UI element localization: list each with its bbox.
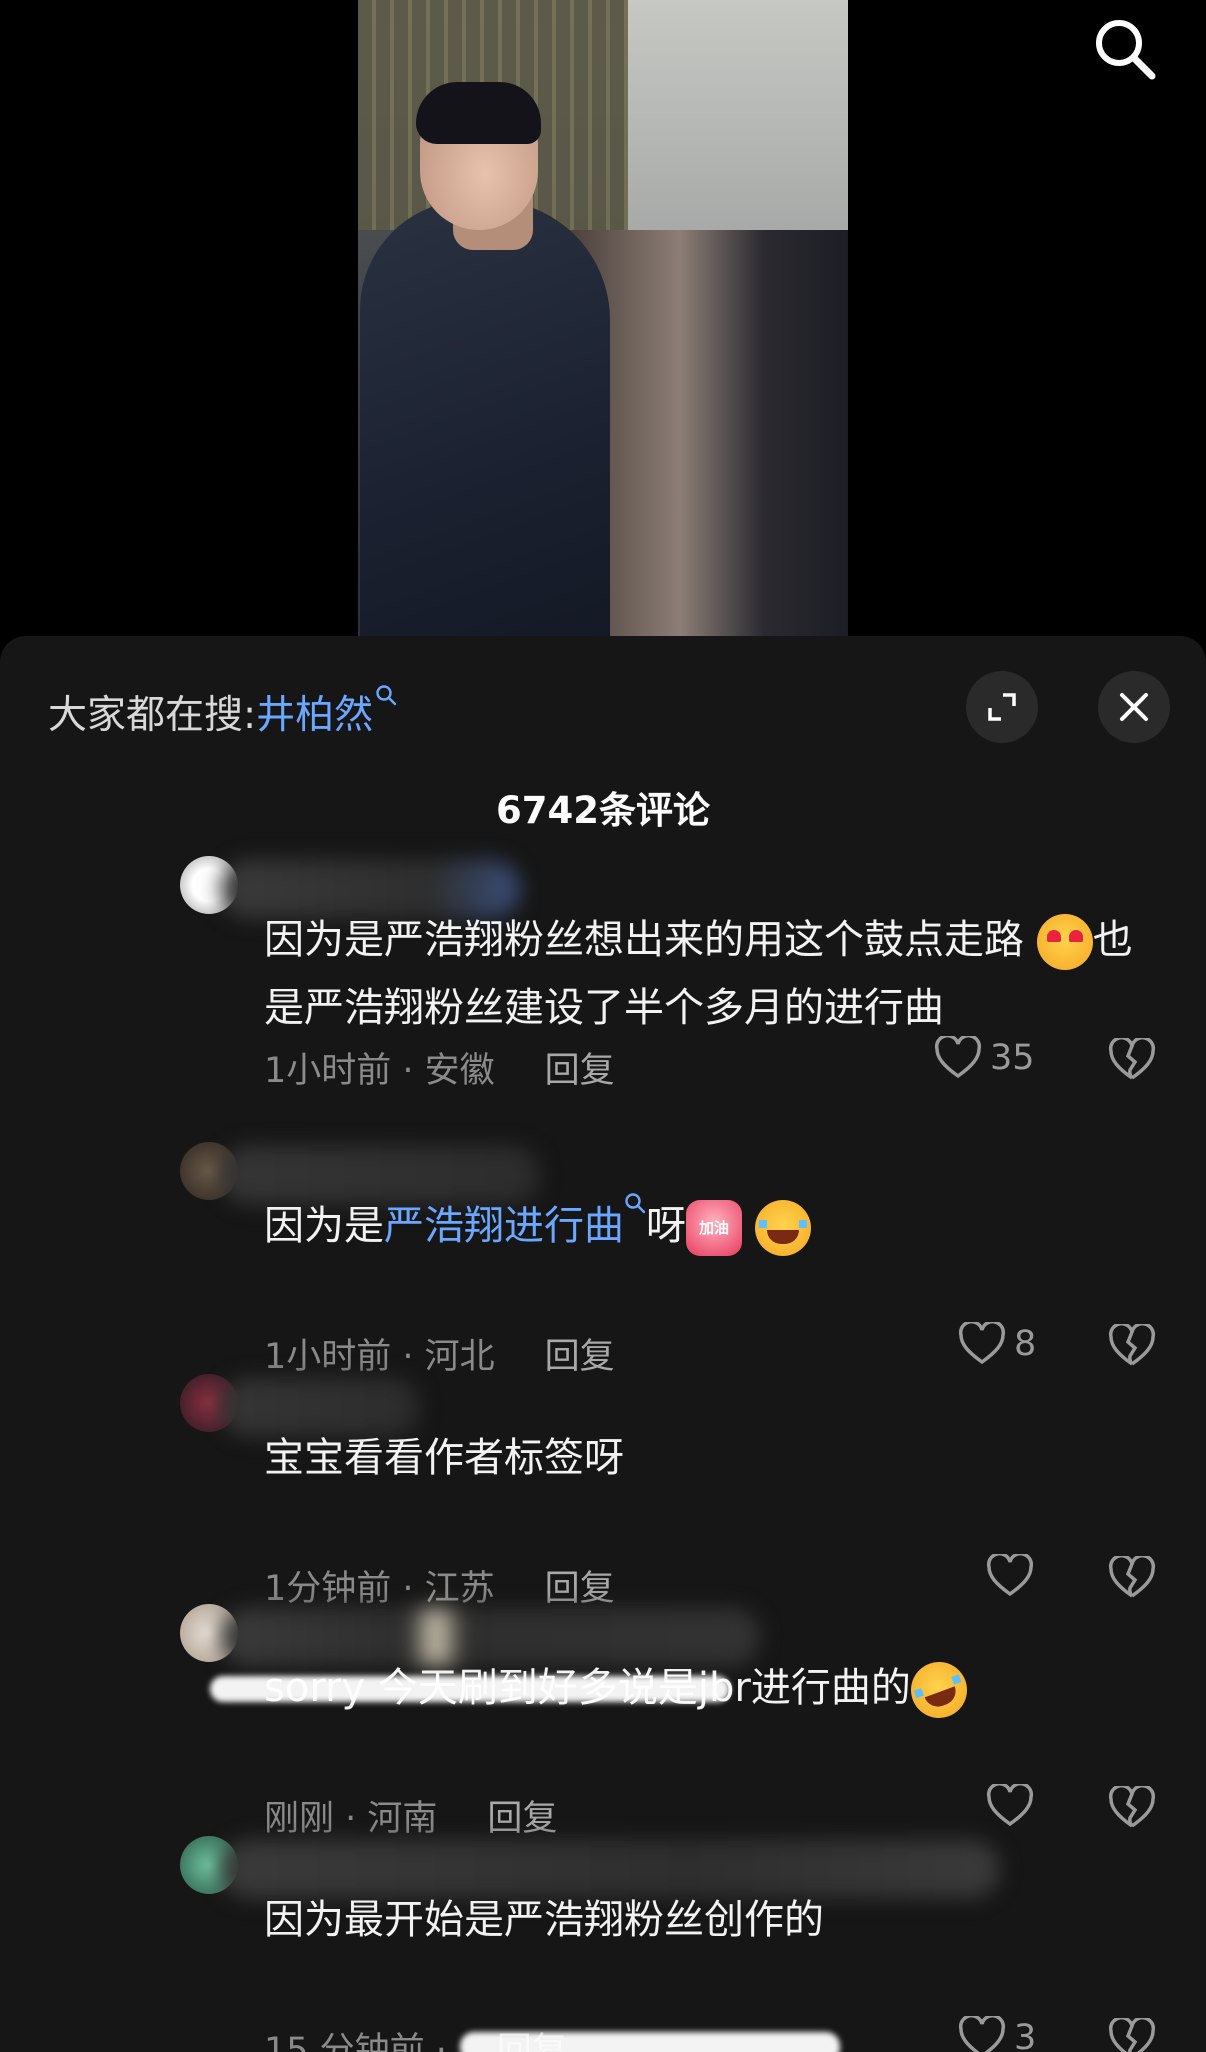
hot-search-prefix: 大家都在搜: (48, 693, 257, 738)
comment-meta: 1小时前 · 河北 回复 (264, 1328, 615, 1379)
comments-sheet: 大家都在搜:井柏然 6742条评论 因为是严浩翔粉丝想出来的用这个鼓点走路 也是… (0, 636, 1206, 2052)
like-count: 3 (1014, 2018, 1037, 2052)
comment-time-location: 1分钟前 · 江苏 (264, 1569, 495, 1609)
video-frame[interactable] (358, 0, 848, 636)
topic-link-text: 严浩翔进行曲 (384, 1203, 624, 1249)
expand-icon (988, 693, 1016, 721)
scribble-overlay (210, 1676, 730, 1702)
rolling-laugh-emoji-icon (902, 1654, 975, 1726)
reply-button[interactable]: 回复 (545, 1569, 615, 1609)
dislike-button[interactable] (1108, 1784, 1156, 1834)
heart-icon (958, 2016, 1006, 2052)
tears-of-joy-emoji-icon (754, 1200, 811, 1256)
video-person-hair (416, 82, 541, 144)
broken-heart-icon (1108, 2016, 1156, 2052)
small-search-icon (376, 685, 397, 706)
broken-heart-icon (1108, 1322, 1156, 1366)
heart-icon (958, 1322, 1006, 1365)
scribble-overlay (460, 2032, 840, 2052)
reply-button[interactable]: 回复 (487, 1799, 557, 1839)
like-button[interactable] (986, 1784, 1042, 1828)
like-count: 8 (1014, 1324, 1037, 1364)
broken-heart-icon (1108, 1554, 1156, 1598)
like-button[interactable]: 8 (958, 1322, 1036, 1366)
like-button[interactable] (986, 1554, 1042, 1598)
search-icon (1096, 20, 1156, 80)
video-background-crowd (568, 230, 848, 636)
heart-icon (986, 1554, 1034, 1597)
comment-text: 宝宝看看作者标签呀 (264, 1435, 624, 1481)
video-person-coat (360, 200, 610, 636)
comment-meta: 刚刚 · 河南 回复 (264, 1790, 557, 1841)
like-button[interactable]: 35 (934, 1036, 1035, 1080)
dislike-button[interactable] (1108, 1036, 1156, 1086)
comment-text-part: 呀 (646, 1203, 686, 1249)
hot-search-keyword: 井柏然 (256, 693, 374, 738)
comment-meta: 1小时前 · 安徽 回复 (264, 1042, 615, 1093)
comment-time-location: 1小时前 · 河北 (264, 1337, 495, 1377)
like-count: 35 (990, 1038, 1035, 1078)
comment-time-location: 1小时前 · 安徽 (264, 1051, 495, 1091)
close-icon (1120, 693, 1148, 721)
video-player[interactable] (0, 0, 1206, 640)
hot-search-keyword-link[interactable]: 井柏然 (256, 685, 397, 738)
heart-icon (934, 1036, 982, 1079)
reply-button[interactable]: 回复 (545, 1337, 615, 1377)
expand-button[interactable] (966, 671, 1038, 743)
heart-eyes-emoji-icon (1036, 914, 1093, 970)
comment-meta: 1分钟前 · 江苏 回复 (264, 1560, 615, 1611)
comment-text-part: 因为是严浩翔粉丝想出来的用这个鼓点走路 (264, 917, 1024, 963)
close-button[interactable] (1098, 671, 1170, 743)
broken-heart-icon (1108, 1036, 1156, 1080)
dislike-button[interactable] (1108, 1554, 1156, 1604)
dislike-button[interactable] (1108, 2016, 1156, 2052)
comment-time-location: 15 分钟前 · (264, 2031, 447, 2052)
broken-heart-icon (1108, 1784, 1156, 1828)
comment-text: 因为最开始是严浩翔粉丝创作的 (264, 1897, 824, 1943)
comment-text-part: 因为是 (264, 1203, 384, 1249)
like-button[interactable]: 3 (958, 2016, 1036, 2052)
dislike-button[interactable] (1108, 1322, 1156, 1372)
comment-count: 6742条评论 (496, 789, 710, 832)
heart-icon (986, 1784, 1034, 1827)
search-button[interactable] (1090, 14, 1160, 84)
hot-search-bar: 大家都在搜:井柏然 (48, 684, 397, 740)
comment-time-location: 刚刚 · 河南 (264, 1799, 438, 1839)
topic-link[interactable]: 严浩翔进行曲 (384, 1193, 646, 1249)
jiayou-sticker-icon: 加油 (686, 1200, 742, 1256)
small-search-icon (625, 1193, 646, 1214)
reply-button[interactable]: 回复 (545, 1051, 615, 1091)
comment-text: 因为是严浩翔进行曲呀加油 (264, 1192, 1144, 1260)
comment-text: 因为是严浩翔粉丝想出来的用这个鼓点走路 也是严浩翔粉丝建设了半个多月的进行曲 (264, 906, 1144, 1042)
